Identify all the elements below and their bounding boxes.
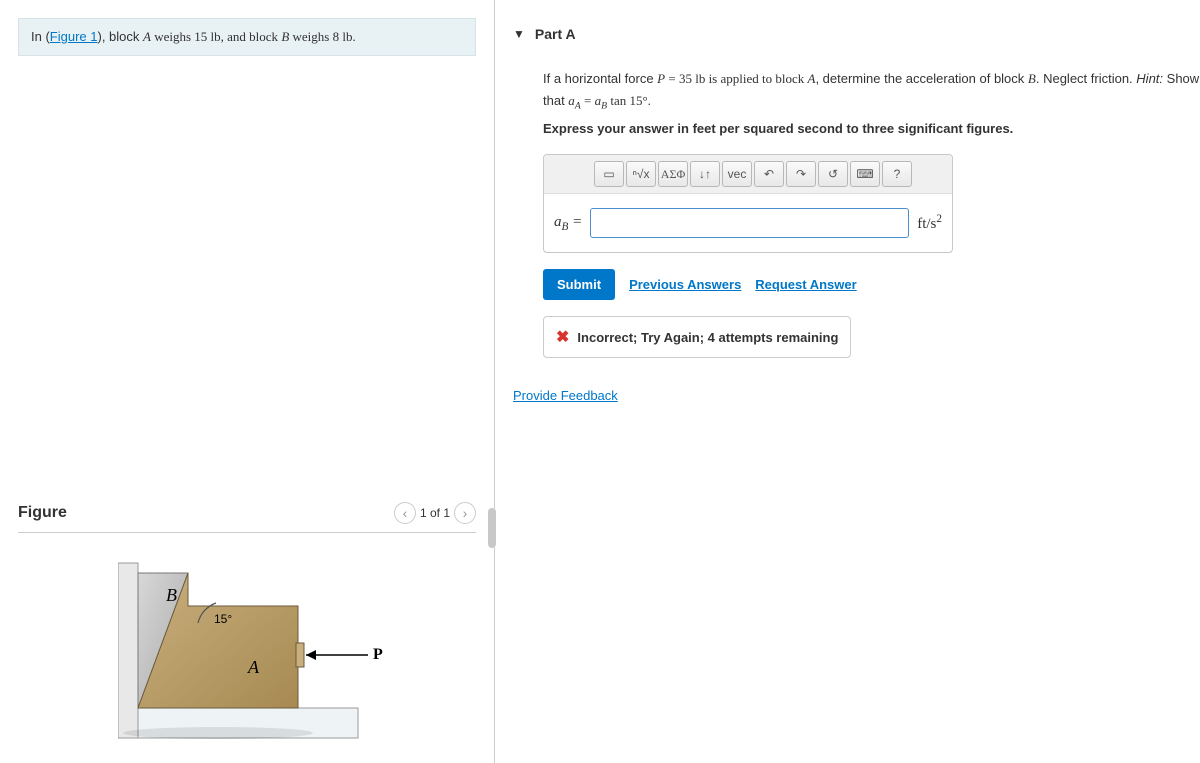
feedback-message: Incorrect; Try Again; 4 attempts remaini… [577,330,838,345]
part-title: Part A [535,26,576,42]
provide-feedback-link[interactable]: Provide Feedback [513,388,618,403]
greek-button[interactable]: ΑΣΦ [658,161,688,187]
answer-instruction: Express your answer in feet per squared … [543,121,1200,136]
request-answer-link[interactable]: Request Answer [755,277,856,292]
problem-weighs-b: weighs 8 lb. [289,29,355,44]
q-seg-1: If a horizontal force [543,71,657,86]
answer-variable: aB = [554,214,582,233]
figure-prev-button[interactable]: ‹ [394,502,416,524]
figure-nav: ‹ 1 of 1 › [394,502,476,524]
problem-prefix: In ( [31,29,50,44]
figure-section: Figure ‹ 1 of 1 › [18,502,476,763]
feedback-box: ✖ Incorrect; Try Again; 4 attempts remai… [543,316,851,358]
fig-label-b: B [166,585,177,605]
fig-label-a: A [247,657,260,677]
figure-counter: 1 of 1 [420,506,450,520]
provide-feedback-row: Provide Feedback [513,388,1200,403]
question-text: If a horizontal force P = 35 lb is appli… [543,68,1200,115]
problem-text-1: ), block [98,29,144,44]
right-pane: ▼ Part A If a horizontal force P = 35 lb… [495,0,1200,763]
answer-input[interactable] [590,208,909,238]
problem-weighs-a: weighs 15 lb, and block [151,29,281,44]
reset-button[interactable]: ↺ [818,161,848,187]
q-seg-3: . Neglect friction. [1036,71,1136,86]
help-button[interactable]: ? [882,161,912,187]
previous-answers-link[interactable]: Previous Answers [629,277,741,292]
figure-title: Figure [18,504,67,522]
q-var-p: P [657,71,665,86]
caret-down-icon: ▼ [513,27,525,41]
answer-box: ▭ ⁿ√x ΑΣΦ ↓↑ vec ↶ ↷ ↺ ⌨ ? aB = ft/s2 [543,154,953,253]
scrollbar-handle[interactable] [488,508,496,548]
root-button[interactable]: ⁿ√x [626,161,656,187]
figure-link[interactable]: Figure 1 [50,29,98,44]
fig-label-angle: 15° [214,612,232,626]
answer-unit: ft/s2 [917,213,942,233]
q-seg-2: , determine the acceleration of block [815,71,1027,86]
problem-block-a: A [143,29,151,44]
problem-statement: In (Figure 1), block A weighs 15 lb, and… [18,18,476,56]
hint-tan: tan 15°. [607,93,651,108]
fig-label-p: P [373,646,383,663]
part-header[interactable]: ▼ Part A [513,18,1200,50]
submit-row: Submit Previous Answers Request Answer [543,269,1200,300]
figure-svg: B A 15° P [118,543,398,743]
vec-button[interactable]: vec [722,161,752,187]
figure-image: B A 15° P [18,543,476,763]
keyboard-button[interactable]: ⌨ [850,161,880,187]
equation-toolbar: ▭ ⁿ√x ΑΣΦ ↓↑ vec ↶ ↷ ↺ ⌨ ? [544,155,952,194]
q-eq: = 35 lb is applied to block [665,71,807,86]
subscript-button[interactable]: ↓↑ [690,161,720,187]
figure-next-button[interactable]: › [454,502,476,524]
hint-mid: = [581,93,595,108]
q-var-b: B [1028,71,1036,86]
x-icon: ✖ [556,327,569,347]
undo-button[interactable]: ↶ [754,161,784,187]
redo-button[interactable]: ↷ [786,161,816,187]
submit-button[interactable]: Submit [543,269,615,300]
template-button[interactable]: ▭ [594,161,624,187]
hint-label: Hint: [1136,71,1163,86]
left-pane: In (Figure 1), block A weighs 15 lb, and… [0,0,495,763]
